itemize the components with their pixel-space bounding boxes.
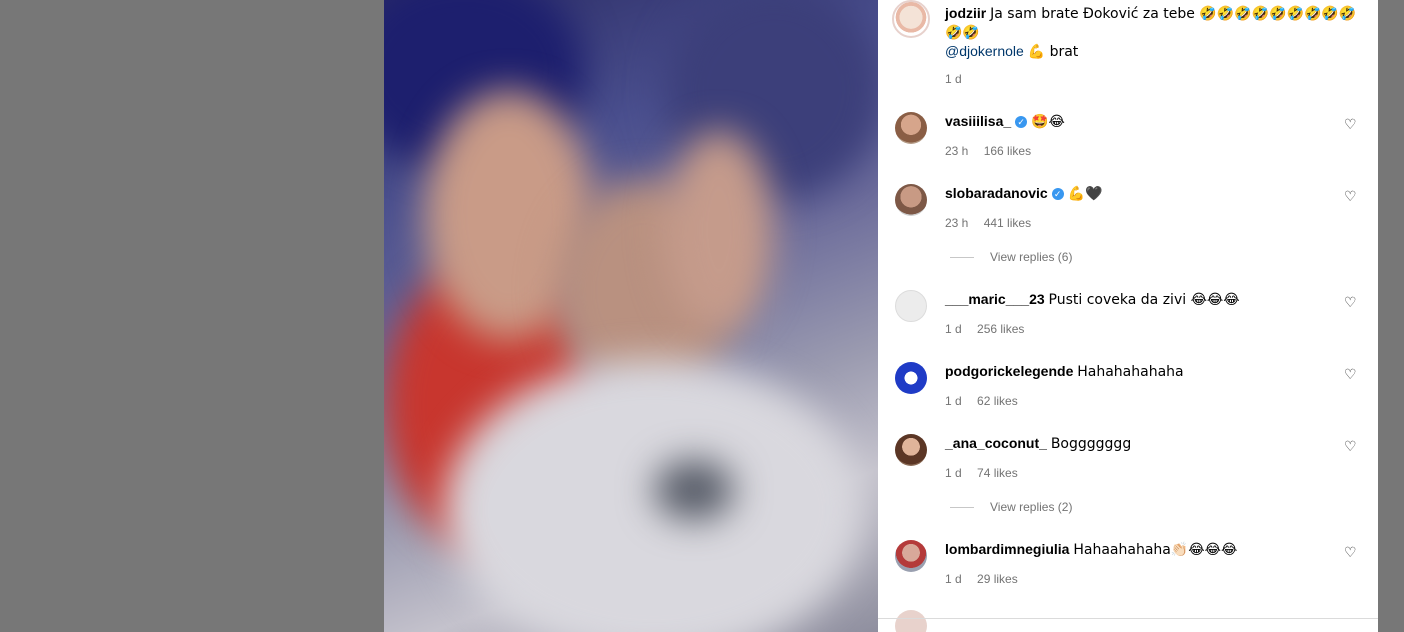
comment-text: _ana_coconut_ Boggggggg (945, 434, 1131, 453)
comment-item: podgorickelegende Hahahahahaha 1 d 62 li… (878, 362, 1378, 422)
comment-username[interactable]: slobaradanovic (945, 185, 1048, 201)
comment-item: ___maric___23 Pusti coveka da zivi 😂😂😂 1… (878, 290, 1378, 350)
wristwatch (654, 460, 734, 520)
comment-item: vasiiilisa_ ✓ 🤩😂 23 h 166 likes ♡ (878, 112, 1378, 172)
caption-body-2: 💪 brat (1027, 44, 1079, 60)
caption-mention[interactable]: @djokernole (945, 43, 1024, 59)
comment-body: 🤩😂 (1031, 114, 1065, 130)
view-replies-button[interactable]: View replies (6) (945, 250, 1072, 264)
comment-meta: 1 d 74 likes (945, 466, 1030, 480)
comment-meta: 23 h 441 likes (945, 216, 1043, 230)
comment-username[interactable]: _ana_coconut_ (945, 435, 1047, 451)
verified-badge-icon: ✓ (1051, 188, 1064, 201)
avatar[interactable] (895, 610, 927, 632)
comment-text: podgorickelegende Hahahahahaha (945, 362, 1184, 381)
comment-item: _ana_coconut_ Boggggggg 1 d 74 likes ♡ (878, 434, 1378, 494)
comment-text: vasiiilisa_ ✓ 🤩😂 (945, 112, 1065, 131)
comment-meta: 23 h 166 likes (945, 144, 1043, 158)
comment-text: slobaradanovic ✓ 💪🖤 (945, 184, 1102, 203)
comment-meta: 1 d 62 likes (945, 394, 1030, 408)
comment-text: lombardimnegiulia Hahaahahaha👏🏻😂😂😂 (945, 540, 1237, 559)
heart-icon[interactable]: ♡ (1344, 295, 1358, 309)
avatar[interactable] (895, 112, 927, 144)
avatar[interactable] (895, 434, 927, 466)
avatar[interactable] (895, 540, 927, 572)
comments-panel: jodziir Ja sam brate Đoković za tebe 🤣🤣🤣… (878, 0, 1378, 632)
divider (878, 618, 1378, 619)
comment-username[interactable]: podgorickelegende (945, 363, 1073, 379)
heart-icon[interactable]: ♡ (1344, 117, 1358, 131)
comment-username[interactable]: ___maric___23 (945, 291, 1045, 307)
comment-meta: 1 d 256 likes (945, 322, 1036, 336)
comment-body: Hahaahahaha👏🏻😂😂😂 (1073, 542, 1238, 558)
comment-time[interactable]: 23 h (945, 216, 968, 230)
comment-item: lombardimnegiulia Hahaahahaha👏🏻😂😂😂 1 d 2… (878, 540, 1378, 600)
comment-body: Pusti coveka da zivi 😂😂😂 (1048, 292, 1240, 308)
comment-meta: 1 d 29 likes (945, 572, 1030, 586)
heart-icon[interactable]: ♡ (1344, 545, 1358, 559)
view-replies-label: View replies (2) (990, 500, 1073, 514)
caption-body: Ja sam brate Đoković za tebe 🤣🤣🤣🤣🤣🤣🤣🤣🤣🤣🤣 (945, 6, 1357, 41)
caption-time[interactable]: 1 d (945, 72, 962, 86)
caption-text: jodziir Ja sam brate Đoković za tebe 🤣🤣🤣… (945, 4, 1365, 61)
heart-icon[interactable]: ♡ (1344, 367, 1358, 381)
comment-item: slobaradanovic ✓ 💪🖤 23 h 441 likes ♡ (878, 184, 1378, 244)
comment-username[interactable]: vasiiilisa_ (945, 113, 1011, 129)
comment-time[interactable]: 1 d (945, 322, 962, 336)
avatar[interactable] (895, 290, 927, 322)
comment-likes[interactable]: 62 likes (977, 394, 1018, 408)
comment-likes[interactable]: 74 likes (977, 466, 1018, 480)
avatar[interactable] (895, 184, 927, 216)
replies-divider (950, 507, 974, 509)
comment-likes[interactable]: 29 likes (977, 572, 1018, 586)
verified-badge-icon: ✓ (1015, 116, 1028, 129)
heart-icon[interactable]: ♡ (1344, 439, 1358, 453)
comment-time[interactable]: 1 d (945, 466, 962, 480)
comment-body: Boggggggg (1050, 436, 1132, 452)
comment-likes[interactable]: 256 likes (977, 322, 1024, 336)
comment-body: Hahahahahaha (1077, 364, 1184, 380)
comment-body: 💪🖤 (1067, 186, 1103, 202)
view-replies-label: View replies (6) (990, 250, 1073, 264)
avatar[interactable] (892, 0, 930, 38)
caption-username[interactable]: jodziir (945, 5, 986, 21)
post-video[interactable] (384, 0, 878, 632)
avatar[interactable] (895, 362, 927, 394)
replies-divider (950, 257, 974, 259)
raised-hand (664, 130, 774, 330)
comment-likes[interactable]: 166 likes (984, 144, 1031, 158)
heart-icon[interactable]: ♡ (1344, 189, 1358, 203)
comment-time[interactable]: 23 h (945, 144, 968, 158)
comment-time[interactable]: 1 d (945, 572, 962, 586)
comment-time[interactable]: 1 d (945, 394, 962, 408)
comment-text: ___maric___23 Pusti coveka da zivi 😂😂😂 (945, 290, 1240, 309)
modal-backdrop-edge (1378, 0, 1404, 632)
comment-likes[interactable]: 441 likes (984, 216, 1031, 230)
comment-username[interactable]: lombardimnegiulia (945, 541, 1069, 557)
view-replies-button[interactable]: View replies (2) (945, 500, 1072, 514)
